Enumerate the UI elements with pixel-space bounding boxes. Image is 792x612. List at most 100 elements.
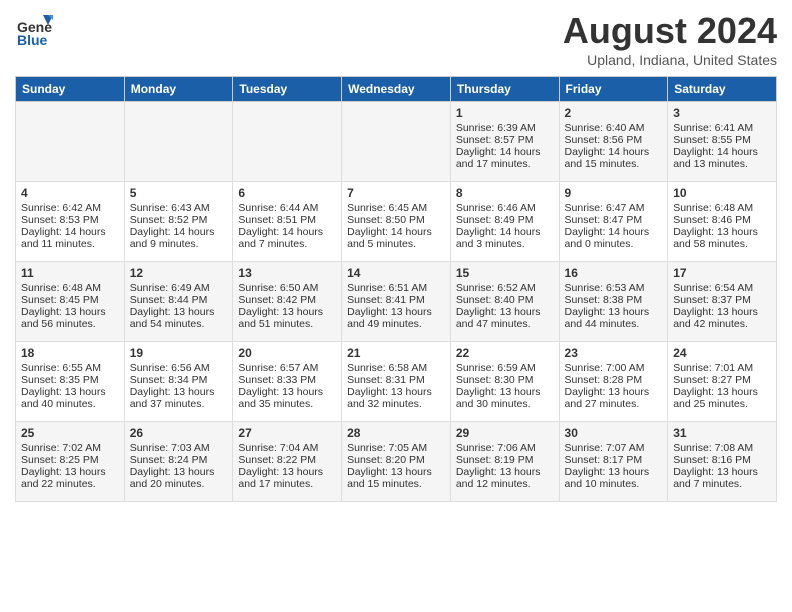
daylight-text: Daylight: 13 hours and 49 minutes.	[347, 306, 445, 330]
sunrise-text: Sunrise: 6:51 AM	[347, 282, 445, 294]
table-row: 25Sunrise: 7:02 AMSunset: 8:25 PMDayligh…	[16, 422, 125, 502]
sunset-text: Sunset: 8:41 PM	[347, 294, 445, 306]
sunrise-text: Sunrise: 7:02 AM	[21, 442, 119, 454]
location: Upland, Indiana, United States	[563, 52, 777, 68]
table-row	[124, 102, 233, 182]
daylight-text: Daylight: 13 hours and 44 minutes.	[565, 306, 663, 330]
table-row: 20Sunrise: 6:57 AMSunset: 8:33 PMDayligh…	[233, 342, 342, 422]
daylight-text: Daylight: 13 hours and 56 minutes.	[21, 306, 119, 330]
table-row: 5Sunrise: 6:43 AMSunset: 8:52 PMDaylight…	[124, 182, 233, 262]
sunset-text: Sunset: 8:44 PM	[130, 294, 228, 306]
day-number: 21	[347, 346, 445, 360]
sunset-text: Sunset: 8:17 PM	[565, 454, 663, 466]
sunrise-text: Sunrise: 6:48 AM	[21, 282, 119, 294]
daylight-text: Daylight: 13 hours and 58 minutes.	[673, 226, 771, 250]
sunrise-text: Sunrise: 7:04 AM	[238, 442, 336, 454]
sunrise-text: Sunrise: 7:01 AM	[673, 362, 771, 374]
table-row: 2 Sunrise: 6:40 AMSunset: 8:56 PMDaylight…	[559, 102, 668, 182]
calendar-week-row: 1Sunrise: 6:39 AMSunset: 8:57 PMDaylight…	[16, 102, 777, 182]
table-row: 4Sunrise: 6:42 AMSunset: 8:53 PMDaylight…	[16, 182, 125, 262]
table-row: 15Sunrise: 6:52 AMSunset: 8:40 PMDayligh…	[450, 262, 559, 342]
day-number: 14	[347, 266, 445, 280]
sunrise-text: Sunrise: 6:44 AM	[238, 202, 336, 214]
sunrise-text: Sunrise: 6:41 AM	[673, 122, 771, 134]
header: General Blue August 2024 Upland, Indiana…	[15, 10, 777, 68]
calendar-week-row: 11Sunrise: 6:48 AMSunset: 8:45 PMDayligh…	[16, 262, 777, 342]
daylight-text: Daylight: 14 hours and 9 minutes.	[130, 226, 228, 250]
table-row: 28Sunrise: 7:05 AMSunset: 8:20 PMDayligh…	[342, 422, 451, 502]
daylight-text: Daylight: 13 hours and 54 minutes.	[130, 306, 228, 330]
daylight-text: Daylight: 13 hours and 51 minutes.	[238, 306, 336, 330]
day-number: 5	[130, 186, 228, 200]
day-number: 12	[130, 266, 228, 280]
daylight-text: Daylight: 13 hours and 15 minutes.	[347, 466, 445, 490]
daylight-text: Daylight: 14 hours and 7 minutes.	[238, 226, 336, 250]
table-row	[233, 102, 342, 182]
day-number: 7	[347, 186, 445, 200]
table-row	[16, 102, 125, 182]
day-number: 23	[565, 346, 663, 360]
page: General Blue August 2024 Upland, Indiana…	[0, 0, 792, 612]
month-title: August 2024	[563, 10, 777, 52]
daylight-text: Daylight: 13 hours and 12 minutes.	[456, 466, 554, 490]
daylight-text: Daylight: 13 hours and 32 minutes.	[347, 386, 445, 410]
sunset-text: Sunset: 8:56 PM	[565, 134, 663, 146]
day-number: 9	[565, 186, 663, 200]
day-number: 15	[456, 266, 554, 280]
day-number: 11	[21, 266, 119, 280]
col-monday: Monday	[124, 77, 233, 102]
sunset-text: Sunset: 8:47 PM	[565, 214, 663, 226]
daylight-text: Daylight: 13 hours and 30 minutes.	[456, 386, 554, 410]
sunrise-text: Sunrise: 6:53 AM	[565, 282, 663, 294]
table-row: 14 Sunrise: 6:51 AMSunset: 8:41 PMDayligh…	[342, 262, 451, 342]
daylight-text: Daylight: 13 hours and 25 minutes.	[673, 386, 771, 410]
day-number: 6	[238, 186, 336, 200]
day-number: 16	[565, 266, 663, 280]
daylight-text: Daylight: 13 hours and 47 minutes.	[456, 306, 554, 330]
sunrise-text: Sunrise: 6:48 AM	[673, 202, 771, 214]
day-number: 24	[673, 346, 771, 360]
day-number: 2	[565, 106, 663, 120]
sunset-text: Sunset: 8:20 PM	[347, 454, 445, 466]
day-number: 29	[456, 426, 554, 440]
day-number: 27	[238, 426, 336, 440]
title-block: August 2024 Upland, Indiana, United Stat…	[563, 10, 777, 68]
daylight-text: Daylight: 13 hours and 37 minutes.	[130, 386, 228, 410]
day-number: 4	[21, 186, 119, 200]
day-number: 13	[238, 266, 336, 280]
sunset-text: Sunset: 8:34 PM	[130, 374, 228, 386]
table-row: 26Sunrise: 7:03 AMSunset: 8:24 PMDayligh…	[124, 422, 233, 502]
day-number: 30	[565, 426, 663, 440]
table-row: 23Sunrise: 7:00 AMSunset: 8:28 PMDayligh…	[559, 342, 668, 422]
sunrise-text: Sunrise: 6:39 AM	[456, 122, 554, 134]
sunrise-text: Sunrise: 7:06 AM	[456, 442, 554, 454]
daylight-text: Daylight: 14 hours and 15 minutes.	[565, 146, 663, 170]
table-row: 3Sunrise: 6:41 AMSunset: 8:55 PMDaylight…	[668, 102, 777, 182]
sunset-text: Sunset: 8:19 PM	[456, 454, 554, 466]
sunrise-text: Sunrise: 7:07 AM	[565, 442, 663, 454]
calendar-week-row: 18Sunrise: 6:55 AMSunset: 8:35 PMDayligh…	[16, 342, 777, 422]
logo-icon: General Blue	[15, 10, 53, 48]
sunrise-text: Sunrise: 6:56 AM	[130, 362, 228, 374]
sunrise-text: Sunrise: 6:59 AM	[456, 362, 554, 374]
day-number: 17	[673, 266, 771, 280]
day-number: 28	[347, 426, 445, 440]
svg-text:Blue: Blue	[17, 32, 48, 48]
table-row: 9Sunrise: 6:47 AMSunset: 8:47 PMDaylight…	[559, 182, 668, 262]
day-number: 3	[673, 106, 771, 120]
sunset-text: Sunset: 8:51 PM	[238, 214, 336, 226]
col-friday: Friday	[559, 77, 668, 102]
calendar-week-row: 25Sunrise: 7:02 AMSunset: 8:25 PMDayligh…	[16, 422, 777, 502]
sunset-text: Sunset: 8:50 PM	[347, 214, 445, 226]
day-number: 25	[21, 426, 119, 440]
sunrise-text: Sunrise: 6:43 AM	[130, 202, 228, 214]
sunrise-text: Sunrise: 6:40 AM	[565, 122, 663, 134]
daylight-text: Daylight: 13 hours and 27 minutes.	[565, 386, 663, 410]
sunset-text: Sunset: 8:46 PM	[673, 214, 771, 226]
sunset-text: Sunset: 8:38 PM	[565, 294, 663, 306]
col-tuesday: Tuesday	[233, 77, 342, 102]
sunset-text: Sunset: 8:37 PM	[673, 294, 771, 306]
day-number: 26	[130, 426, 228, 440]
table-row: 10Sunrise: 6:48 AMSunset: 8:46 PMDayligh…	[668, 182, 777, 262]
sunrise-text: Sunrise: 7:00 AM	[565, 362, 663, 374]
